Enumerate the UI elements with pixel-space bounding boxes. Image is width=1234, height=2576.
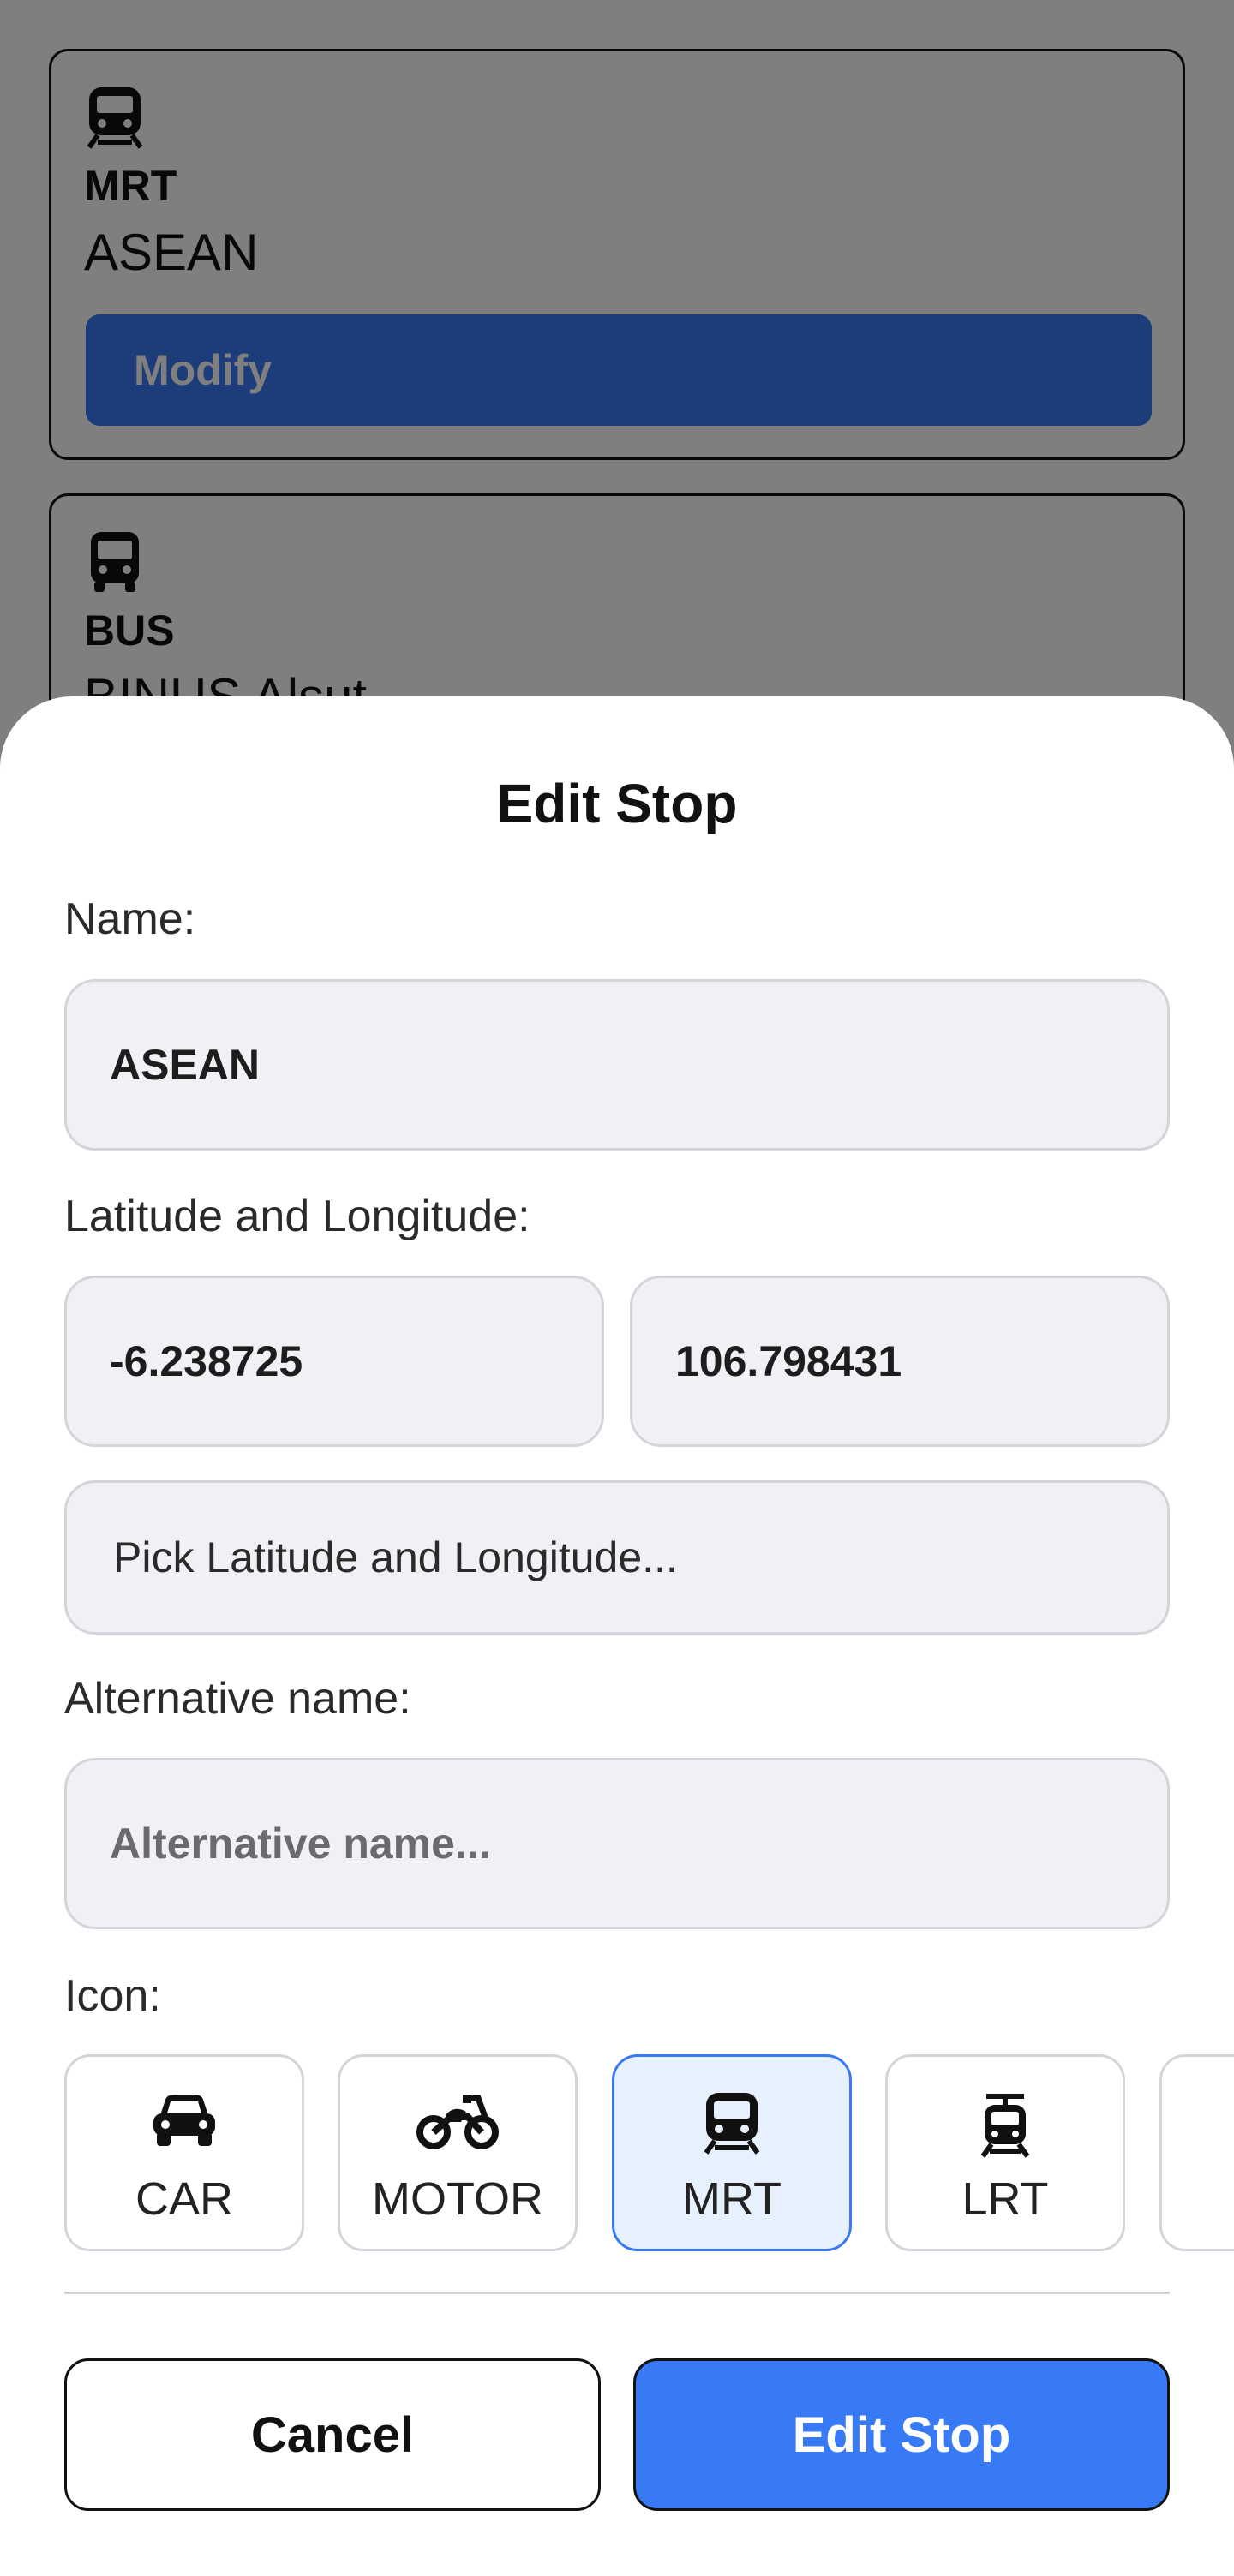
alt-name-input[interactable]: Alternative name... xyxy=(64,1758,1170,1929)
icon-label: Icon: xyxy=(64,1971,161,2021)
icon-option-label: LRT xyxy=(961,2173,1049,2225)
icon-picker: CAR MOTOR MRT LRT xyxy=(64,2054,1234,2253)
name-label: Name: xyxy=(64,894,196,944)
train-icon xyxy=(704,2093,760,2155)
tram-icon xyxy=(980,2094,1030,2158)
cancel-button[interactable]: Cancel xyxy=(64,2358,601,2511)
pick-latlng-button[interactable]: Pick Latitude and Longitude... xyxy=(64,1480,1170,1635)
icon-option-label: CAR xyxy=(135,2173,233,2225)
latitude-input[interactable]: -6.238725 xyxy=(64,1276,604,1447)
icon-option-lrt[interactable]: LRT xyxy=(885,2054,1125,2251)
alt-name-label: Alternative name: xyxy=(64,1674,411,1724)
edit-stop-sheet: Edit Stop Name: ASEAN Latitude and Longi… xyxy=(0,696,1234,2576)
latlng-label: Latitude and Longitude: xyxy=(64,1192,530,1241)
divider xyxy=(64,2292,1170,2294)
sheet-title: Edit Stop xyxy=(496,773,738,834)
motorcycle-icon xyxy=(416,2095,499,2149)
icon-option-label: MRT xyxy=(682,2173,782,2225)
name-input[interactable]: ASEAN xyxy=(64,979,1170,1151)
icon-option-motor[interactable]: MOTOR xyxy=(338,2054,578,2251)
edit-stop-screen: MRT ASEAN Modify BUS BINUS Alsut Edit St… xyxy=(0,0,1234,2576)
icon-option-mrt[interactable]: MRT xyxy=(612,2054,852,2251)
longitude-input[interactable]: 106.798431 xyxy=(630,1276,1170,1447)
icon-option-more[interactable] xyxy=(1159,2054,1234,2251)
edit-stop-button[interactable]: Edit Stop xyxy=(633,2358,1170,2511)
icon-option-label: MOTOR xyxy=(372,2173,543,2225)
icon-option-car[interactable]: CAR xyxy=(64,2054,304,2251)
car-icon xyxy=(153,2095,215,2146)
